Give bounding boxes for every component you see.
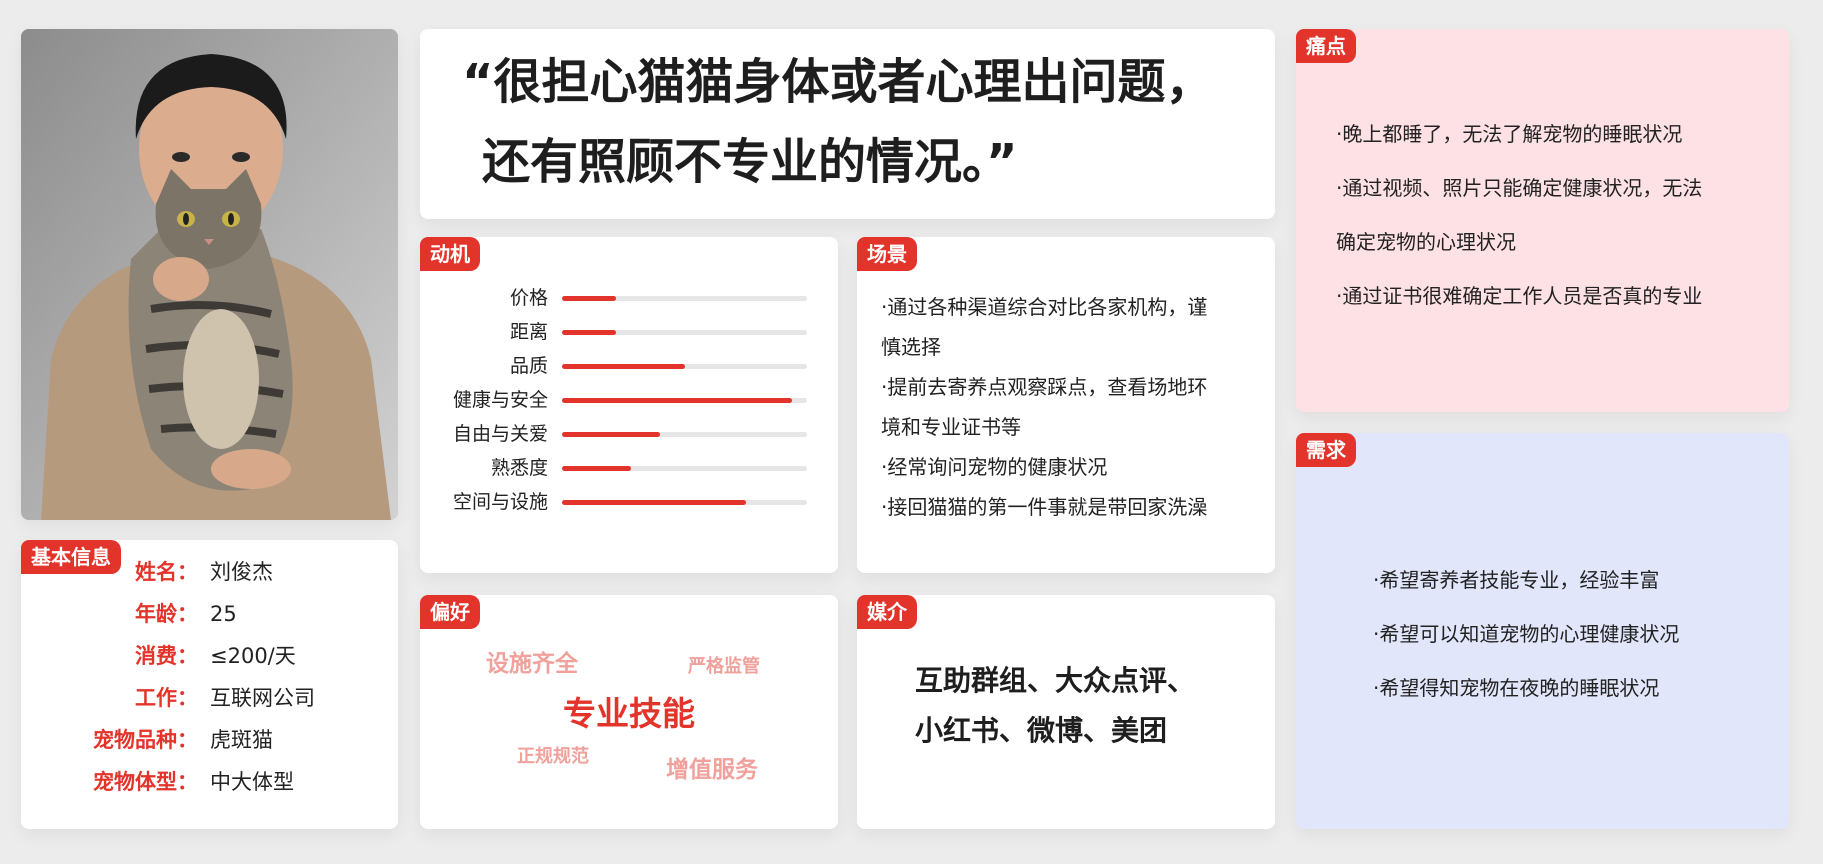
media-tag: 媒介 (857, 595, 917, 629)
pain-line: 确定宠物的心理状况 (1336, 230, 1516, 254)
media-line-1: 互助群组、大众点评、 (915, 664, 1196, 697)
motivation-bar-track (562, 330, 807, 335)
motivation-tag: 动机 (420, 237, 480, 271)
motivation-bar-row: 自由与关爱 (420, 419, 838, 449)
media-card: 媒介 互助群组、大众点评、 小红书、微博、美团 (857, 595, 1275, 829)
quote-line-1: “很担心猫猫身体或者心理出问题， (462, 54, 1214, 110)
preference-word: 专业技能 (563, 694, 695, 733)
motivation-bar-label: 价格 (509, 287, 548, 309)
preference-card: 偏好 设施齐全 严格监管 专业技能 正规规范 增值服务 (420, 595, 838, 829)
persona-photo (21, 29, 398, 520)
motivation-bar-fill (562, 466, 631, 471)
motivation-bar-row: 距离 (420, 317, 838, 347)
motivation-bar-track (562, 432, 807, 437)
need-line: ·希望可以知道宠物的心理健康状况 (1373, 622, 1680, 646)
scene-line: 慎选择 (881, 335, 941, 359)
info-row-spending: 消费： ≤200/天 (21, 639, 398, 673)
motivation-bar-fill (562, 432, 660, 437)
motivation-bar-track (562, 364, 807, 369)
info-value: 中大体型 (210, 770, 294, 794)
motivation-bar-label: 熟悉度 (490, 457, 548, 479)
scene-line: ·通过各种渠道综合对比各家机构，谨 (881, 295, 1208, 319)
info-label: 消费： (135, 644, 198, 668)
motivation-bar-track (562, 296, 807, 301)
preference-word: 严格监管 (688, 656, 760, 677)
info-value: 虎斑猫 (210, 728, 273, 752)
motivation-bar-row: 健康与安全 (420, 385, 838, 415)
info-value: 互联网公司 (210, 686, 315, 710)
preference-tag: 偏好 (420, 595, 480, 629)
scene-line: 境和专业证书等 (881, 415, 1021, 439)
needs-card: 需求 ·希望寄养者技能专业，经验丰富 ·希望可以知道宠物的心理健康状况 ·希望得… (1296, 433, 1789, 829)
preference-word: 设施齐全 (486, 651, 578, 677)
info-value: 刘俊杰 (210, 560, 273, 584)
motivation-bar-fill (562, 398, 792, 403)
motivation-card: 动机 价格距离品质健康与安全自由与关爱熟悉度空间与设施 (420, 237, 838, 573)
motivation-bar-row: 空间与设施 (420, 487, 838, 517)
motivation-bar-label: 距离 (509, 321, 548, 343)
motivation-bar-fill (562, 364, 685, 369)
info-row-pet-size: 宠物体型： 中大体型 (21, 765, 398, 799)
motivation-bar-fill (562, 500, 746, 505)
basic-info-card: 基本信息 姓名： 刘俊杰 年龄： 25 消费： ≤200/天 工作： 互联网公司… (21, 540, 398, 829)
motivation-bar-fill (562, 330, 616, 335)
motivation-bar-label: 健康与安全 (452, 389, 548, 411)
motivation-bar-fill (562, 296, 616, 301)
info-row-name: 姓名： 刘俊杰 (21, 555, 398, 589)
preference-word: 正规规范 (517, 746, 589, 767)
motivation-bar-label: 空间与设施 (452, 491, 548, 513)
info-label: 工作： (135, 686, 198, 710)
info-label: 宠物品种： (93, 728, 198, 752)
media-line-2: 小红书、微博、美团 (915, 714, 1168, 747)
pain-line: ·通过证书很难确定工作人员是否真的专业 (1336, 284, 1703, 308)
info-label: 年龄： (135, 602, 198, 626)
needs-tag: 需求 (1296, 433, 1356, 467)
info-row-job: 工作： 互联网公司 (21, 681, 398, 715)
quote-line-2: 还有照顾不专业的情况。” (482, 134, 1018, 190)
pain-points-tag: 痛点 (1296, 29, 1356, 63)
pain-line: ·通过视频、照片只能确定健康状况，无法 (1336, 176, 1703, 200)
need-line: ·希望得知宠物在夜晚的睡眠状况 (1373, 676, 1660, 700)
info-value: 25 (210, 602, 237, 626)
scene-line: ·接回猫猫的第一件事就是带回家洗澡 (881, 495, 1208, 519)
need-line: ·希望寄养者技能专业，经验丰富 (1373, 568, 1660, 592)
quote-card: “很担心猫猫身体或者心理出问题， 还有照顾不专业的情况。” (420, 29, 1275, 219)
info-label: 姓名： (135, 560, 198, 584)
motivation-bar-row: 价格 (420, 283, 838, 313)
motivation-bar-label: 品质 (509, 355, 548, 377)
scene-tag: 场景 (857, 237, 917, 271)
info-row-pet-breed: 宠物品种： 虎斑猫 (21, 723, 398, 757)
pain-points-card: 痛点 ·晚上都睡了，无法了解宠物的睡眠状况 ·通过视频、照片只能确定健康状况，无… (1296, 29, 1789, 412)
motivation-bar-track (562, 466, 807, 471)
scene-card: 场景 ·通过各种渠道综合对比各家机构，谨 慎选择 ·提前去寄养点观察踩点，查看场… (857, 237, 1275, 573)
person-with-cat-image (21, 29, 398, 520)
info-row-age: 年龄： 25 (21, 597, 398, 631)
scene-line: ·经常询问宠物的健康状况 (881, 455, 1108, 479)
motivation-bar-row: 熟悉度 (420, 453, 838, 483)
preference-word: 增值服务 (666, 757, 758, 783)
pain-line: ·晚上都睡了，无法了解宠物的睡眠状况 (1336, 122, 1683, 146)
motivation-bar-track (562, 500, 807, 505)
info-value: ≤200/天 (210, 644, 296, 668)
scene-line: ·提前去寄养点观察踩点，查看场地环 (881, 375, 1208, 399)
motivation-bar-track (562, 398, 807, 403)
motivation-bar-row: 品质 (420, 351, 838, 381)
motivation-bar-label: 自由与关爱 (452, 423, 548, 445)
info-label: 宠物体型： (93, 770, 198, 794)
